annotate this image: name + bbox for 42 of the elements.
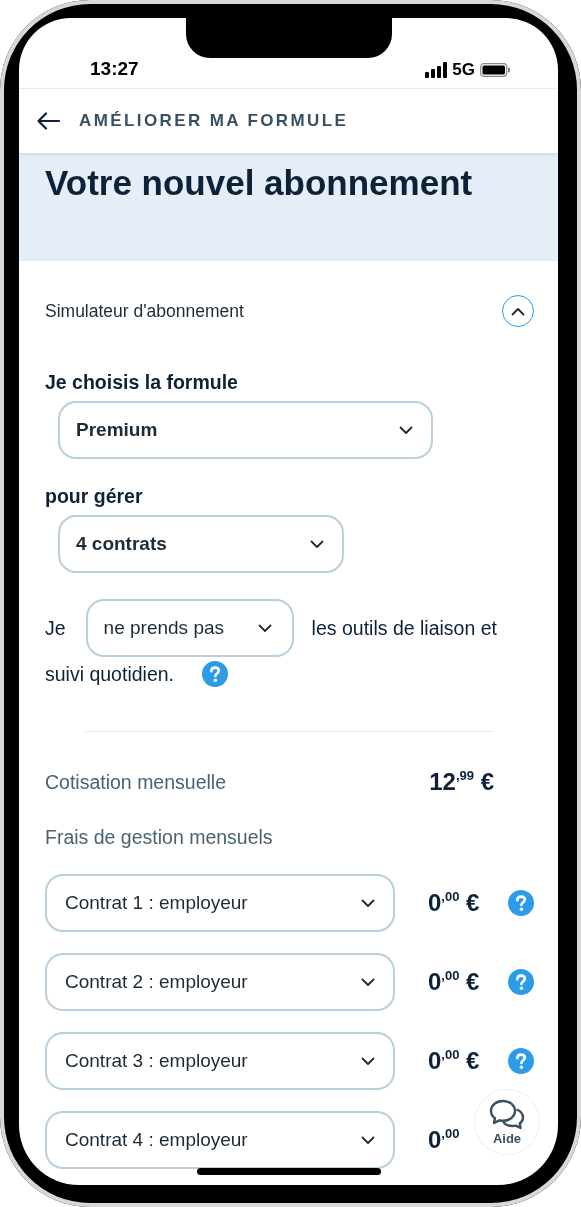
- signal-icon: [425, 62, 448, 78]
- help-icon[interactable]: [508, 1048, 534, 1074]
- formula-select[interactable]: Premium: [58, 401, 433, 459]
- back-arrow-icon[interactable]: [37, 112, 61, 130]
- chevron-down-icon: [361, 1135, 375, 1145]
- page-title: AMÉLIORER MA FORMULE: [79, 111, 349, 131]
- price-text: 0$^{,00}$: [428, 1126, 460, 1154]
- tools-select[interactable]: ne prends pas: [85, 599, 294, 657]
- chevron-down-icon: [361, 1056, 375, 1066]
- contract-select[interactable]: Contrat 3 : employeur: [45, 1032, 395, 1090]
- chevron-down-icon: [257, 623, 272, 633]
- price-text: 0$^{,00}$ €: [428, 1047, 480, 1075]
- price-text: 0$^{,00}$ €: [428, 889, 480, 917]
- chevron-up-icon: [511, 306, 525, 316]
- field-label: Je choisis la formule: [45, 371, 239, 394]
- contract-select[interactable]: Contrat 4 : employeur: [45, 1111, 395, 1169]
- contract-select[interactable]: Contrat 2 : employeur: [45, 953, 395, 1011]
- contracts-select[interactable]: 4 contrats: [58, 515, 344, 573]
- hero-title: Votre nouvel abonnement: [45, 163, 474, 203]
- chevron-down-icon: [399, 425, 413, 435]
- battery-icon: [480, 63, 511, 77]
- sentence-text: les outils de liaison et: [311, 616, 497, 640]
- fee-label: Frais de gestion mensuels: [45, 826, 274, 849]
- help-chat-button[interactable]: Aide: [474, 1089, 540, 1155]
- section-title: Simulateur d'abonnement: [45, 300, 244, 322]
- sentence-text: suivi quotidien.: [45, 662, 174, 686]
- price-text: 12$^{,99}$ €: [429, 768, 494, 796]
- chevron-down-icon: [361, 977, 375, 987]
- chevron-down-icon: [310, 539, 324, 549]
- fee-label: Cotisation mensuelle: [45, 770, 226, 794]
- price-text: 0$^{,00}$ €: [428, 968, 480, 996]
- status-time: 13:27: [90, 58, 139, 80]
- chevron-down-icon: [361, 898, 375, 908]
- field-label: pour gérer: [45, 485, 144, 508]
- network-label: 5G: [452, 60, 475, 80]
- chat-bubbles-icon: [489, 1098, 525, 1131]
- contract-select[interactable]: Contrat 1 : employeur: [45, 874, 395, 932]
- help-icon[interactable]: [508, 890, 534, 916]
- sentence-text: Je: [45, 616, 66, 640]
- collapse-button[interactable]: [502, 295, 534, 327]
- help-icon[interactable]: [508, 969, 534, 995]
- help-icon[interactable]: [202, 661, 228, 687]
